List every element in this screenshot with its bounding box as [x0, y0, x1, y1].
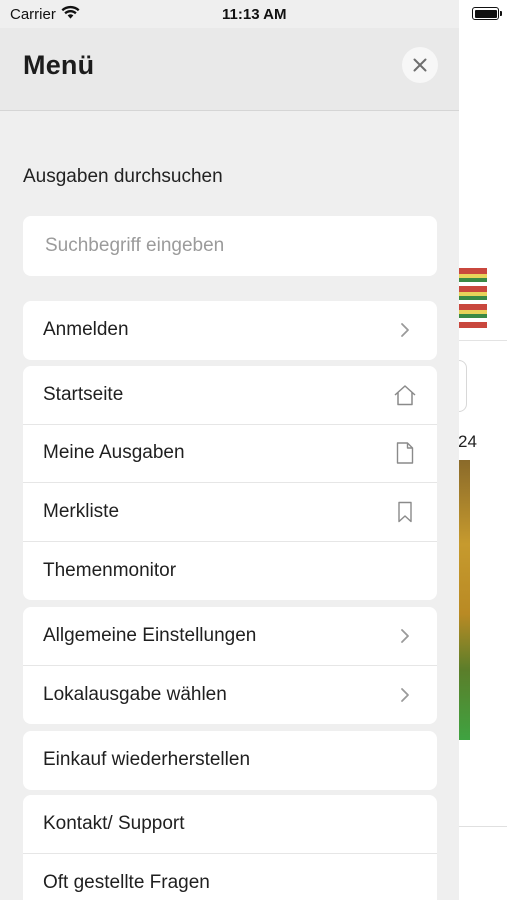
- menu-item-label: Themenmonitor: [43, 559, 177, 581]
- wifi-icon: [61, 5, 80, 19]
- background-date: 24: [458, 432, 477, 451]
- search-label: Ausgaben durchsuchen: [23, 166, 223, 187]
- home-icon: [393, 383, 417, 407]
- menu-item-label: Einkauf wiederherstellen: [43, 749, 251, 771]
- menu-item-label: Meine Ausgaben: [43, 442, 185, 464]
- menu-item-anmelden[interactable]: Anmelden: [23, 301, 437, 360]
- menu-group-settings: Allgemeine Einstellungen Lokalausgabe wä…: [23, 607, 437, 724]
- menu-group-navigation: Startseite Meine Ausgaben Merkliste Them…: [23, 366, 437, 600]
- bookmark-icon: [393, 500, 417, 524]
- menu-item-label: Anmelden: [43, 319, 129, 341]
- chevron-right-icon: [393, 624, 417, 648]
- battery-icon: [472, 7, 502, 20]
- menu-item-label: Lokalausgabe wählen: [43, 683, 227, 705]
- close-icon: [413, 58, 427, 72]
- document-icon: [393, 441, 417, 465]
- menu-title: Menü: [23, 50, 95, 80]
- menu-group-account: Anmelden: [23, 301, 437, 360]
- menu-item-kontakt-support[interactable]: Kontakt/ Support: [23, 795, 437, 854]
- close-button[interactable]: [402, 47, 438, 83]
- menu-item-allgemeine-einstellungen[interactable]: Allgemeine Einstellungen: [23, 607, 437, 666]
- edition-cover-image[interactable]: [458, 460, 470, 740]
- menu-item-themenmonitor[interactable]: Themenmonitor: [23, 542, 437, 601]
- search-input[interactable]: [23, 216, 437, 276]
- menu-drawer: Carrier 11:13 AM Menü Ausgaben durchsuch…: [0, 0, 459, 900]
- edition-thumbnail[interactable]: [458, 268, 487, 328]
- menu-item-meine-ausgaben[interactable]: Meine Ausgaben: [23, 425, 437, 483]
- chevron-right-icon: [393, 318, 417, 342]
- menu-item-label: Startseite: [43, 383, 124, 405]
- menu-item-label: Oft gestellte Fragen: [43, 871, 210, 893]
- menu-header: Menü: [0, 28, 459, 111]
- menu-group-purchase: Einkauf wiederherstellen: [23, 731, 437, 790]
- menu-item-label: Merkliste: [43, 500, 120, 522]
- menu-item-einkauf-wiederherstellen[interactable]: Einkauf wiederherstellen: [23, 731, 437, 790]
- menu-item-faq[interactable]: Oft gestellte Fragen: [23, 854, 437, 900]
- menu-group-help: Kontakt/ Support Oft gestellte Fragen: [23, 795, 437, 900]
- menu-item-startseite[interactable]: Startseite: [23, 366, 437, 425]
- chevron-right-icon: [393, 683, 417, 707]
- menu-item-lokalausgabe-waehlen[interactable]: Lokalausgabe wählen: [23, 666, 437, 725]
- divider: [458, 826, 507, 827]
- status-time: 11:13 AM: [222, 6, 287, 23]
- menu-item-merkliste[interactable]: Merkliste: [23, 483, 437, 542]
- carrier-label: Carrier: [10, 6, 56, 23]
- status-bar: Carrier 11:13 AM: [0, 0, 459, 28]
- menu-item-label: Allgemeine Einstellungen: [43, 624, 257, 646]
- menu-item-label: Kontakt/ Support: [43, 812, 185, 834]
